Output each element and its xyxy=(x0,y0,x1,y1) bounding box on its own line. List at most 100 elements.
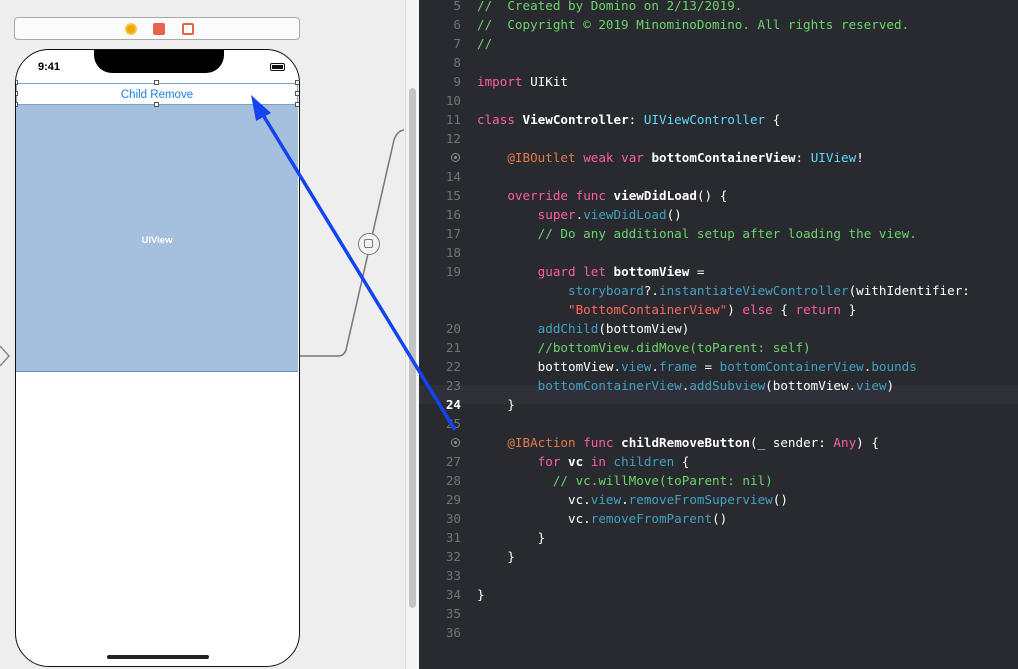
code-line[interactable]: 18 xyxy=(419,243,461,262)
code-text: bottomView.view.frame = bottomContainerV… xyxy=(477,357,917,376)
code-text: // Copyright © 2019 MinominoDomino. All … xyxy=(477,15,909,34)
code-token: ! xyxy=(856,150,864,165)
code-text: } xyxy=(477,585,485,604)
entry-arrow-icon xyxy=(0,345,11,367)
code-line[interactable]: 32 } xyxy=(419,547,515,566)
code-text: for vc in children { xyxy=(477,452,690,471)
code-line[interactable]: 31 } xyxy=(419,528,545,547)
connection-well-icon[interactable] xyxy=(451,438,460,447)
code-token: : xyxy=(795,150,811,165)
code-text: // vc.willMove(toParent: nil) xyxy=(477,471,773,490)
code-token: } xyxy=(841,302,857,317)
code-token: } xyxy=(477,549,515,564)
line-number: 16 xyxy=(445,207,461,222)
line-number: 8 xyxy=(453,55,461,70)
code-token: ) xyxy=(727,302,743,317)
code-token: var xyxy=(621,150,644,165)
code-token: class xyxy=(477,112,515,127)
code-line[interactable]: 28 // vc.willMove(toParent: nil) xyxy=(419,471,773,490)
code-line[interactable]: 34} xyxy=(419,585,485,604)
code-token: //bottomView.didMove(toParent: self) xyxy=(537,340,811,355)
code-line[interactable]: 30 vc.removeFromParent() xyxy=(419,509,727,528)
line-number: 10 xyxy=(445,93,461,108)
code-line[interactable]: 29 vc.view.removeFromSuperview() xyxy=(419,490,788,509)
code-line[interactable]: 5 // Created by Domino on 2/13/2019. xyxy=(419,0,742,15)
code-line[interactable]: 33 xyxy=(419,566,461,585)
code-token: . xyxy=(621,492,629,507)
code-token: vc xyxy=(560,454,584,469)
code-line[interactable]: 9 import UIKit xyxy=(419,72,568,91)
code-token: @IBOutlet xyxy=(507,150,576,165)
code-token: UIKit xyxy=(522,74,568,89)
code-token: func xyxy=(575,188,606,203)
code-line[interactable]: 6 // Copyright © 2019 MinominoDomino. All… xyxy=(419,15,909,34)
code-text: storyboard?.instantiateViewController(wi… xyxy=(477,281,970,300)
code-line[interactable]: @IBOutlet weak var bottomContainerView: … xyxy=(419,148,864,167)
code-line[interactable]: 22 bottomView.view.frame = bottomContain… xyxy=(419,357,917,376)
code-line[interactable]: "BottomContainerView") else { return } xyxy=(419,300,856,319)
code-token: { xyxy=(772,302,796,317)
code-text: // Do any additional setup after loading… xyxy=(477,224,917,243)
code-text: } xyxy=(477,547,515,566)
code-token: () xyxy=(712,511,728,526)
embed-segue xyxy=(0,129,404,367)
code-line[interactable]: 11 class ViewController: UIViewController… xyxy=(419,110,781,129)
code-line[interactable]: 23 bottomContainerView.addSubview(bottom… xyxy=(419,376,894,395)
code-line[interactable]: 35 xyxy=(419,604,461,623)
code-token: // Do any additional setup after loading… xyxy=(537,226,917,241)
code-token: children xyxy=(613,454,675,469)
code-text: super.viewDidLoad() xyxy=(477,205,682,224)
code-line[interactable]: 7 // xyxy=(419,34,492,53)
code-line[interactable]: 27 for vc in children { xyxy=(419,452,690,471)
code-line[interactable]: 19 guard let bottomView = xyxy=(419,262,705,281)
code-line[interactable]: storyboard?.instantiateViewController(wi… xyxy=(419,281,970,300)
embed-segue-icon[interactable] xyxy=(358,233,380,255)
code-text: class ViewController: UIViewController { xyxy=(477,110,780,129)
code-line[interactable]: 17 // Do any additional setup after load… xyxy=(419,224,917,243)
code-token: else xyxy=(742,302,773,317)
line-number: 30 xyxy=(445,511,461,526)
code-line[interactable]: 15 override func viewDidLoad() { xyxy=(419,186,727,205)
code-token: () xyxy=(772,492,788,507)
scroll-thumb[interactable] xyxy=(409,88,416,608)
code-line[interactable]: 24 } xyxy=(419,395,515,414)
code-text: // xyxy=(477,34,492,53)
code-token: vc. xyxy=(477,511,591,526)
code-text: vc.removeFromParent() xyxy=(477,509,727,528)
code-token: ?. xyxy=(643,283,659,298)
line-number: 24 xyxy=(445,397,461,412)
code-text: } xyxy=(477,395,515,414)
code-token: ViewController xyxy=(514,112,629,127)
line-number: 11 xyxy=(445,112,461,127)
canvas-scrollbar[interactable] xyxy=(405,0,420,669)
code-token: weak xyxy=(583,150,614,165)
code-line[interactable]: 12 xyxy=(419,129,461,148)
code-token: () { xyxy=(696,188,728,203)
code-token: UIView xyxy=(810,150,857,165)
code-text: override func viewDidLoad() { xyxy=(477,186,727,205)
code-editor[interactable]: 5 // Created by Domino on 2/13/2019. 6 // C… xyxy=(419,0,1018,669)
code-text: //bottomView.didMove(toParent: self) xyxy=(477,338,811,357)
code-line[interactable]: 8 xyxy=(419,53,461,72)
code-line[interactable]: 10 xyxy=(419,91,461,110)
connection-well-icon[interactable] xyxy=(451,153,460,162)
code-line[interactable]: 20 addChild(bottomView) xyxy=(419,319,690,338)
code-line[interactable]: 36 xyxy=(419,623,461,642)
code-token: = xyxy=(696,359,720,374)
code-token: { xyxy=(674,454,690,469)
code-token: bottomView xyxy=(605,264,690,279)
code-token: in xyxy=(590,454,606,469)
storyboard-canvas[interactable]: 9:41 UIView Child Remove xyxy=(0,0,404,669)
code-line[interactable]: 16 super.viewDidLoad() xyxy=(419,205,682,224)
code-line[interactable]: @IBAction func childRemoveButton(_ sende… xyxy=(419,433,879,452)
code-line[interactable]: 25 xyxy=(419,414,461,433)
code-line[interactable]: 14 xyxy=(419,167,461,186)
code-token: { xyxy=(765,112,781,127)
code-line[interactable]: 21 //bottomView.didMove(toParent: self) xyxy=(419,338,811,357)
line-number: 19 xyxy=(445,264,461,279)
